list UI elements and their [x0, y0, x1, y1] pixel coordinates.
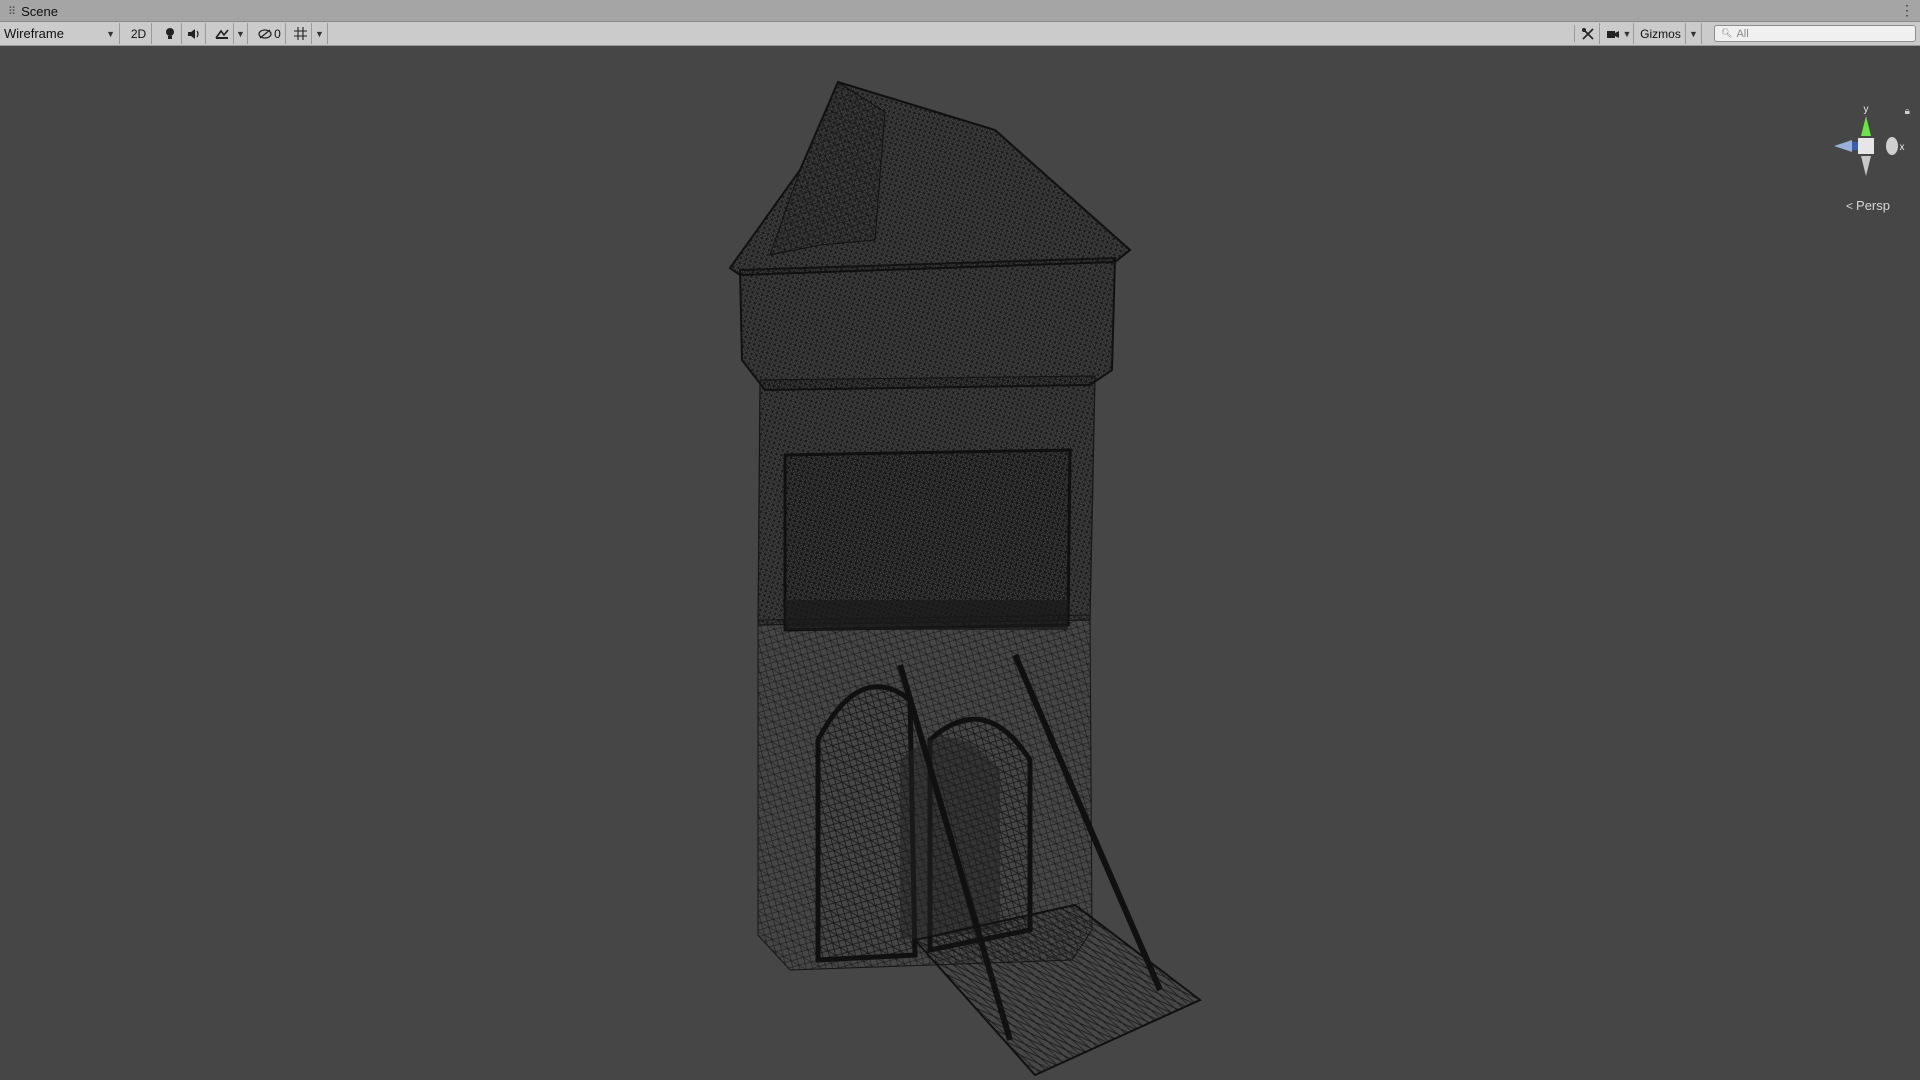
gizmo-blue-face — [1852, 142, 1858, 150]
tab-scene[interactable]: ⠿ Scene — [0, 0, 66, 22]
search-icon: 🔍︎ — [1721, 28, 1733, 38]
tools-button[interactable] — [1576, 23, 1600, 44]
x-axis-cone[interactable] — [1886, 137, 1898, 155]
perspective-icon: < — [1846, 198, 1854, 213]
tab-bar: ⠿ Scene ⋮ — [0, 0, 1920, 22]
tab-scene-label: Scene — [21, 3, 58, 19]
tools-icon — [1581, 27, 1594, 40]
neg-y-axis-cone[interactable] — [1861, 156, 1871, 176]
speaker-icon — [187, 28, 199, 39]
gizmos-label: Gizmos — [1640, 26, 1681, 41]
search-input[interactable]: 🔍︎ All — [1714, 25, 1916, 42]
scene-orientation-gizmo[interactable]: y x — [1826, 104, 1906, 194]
gizmos-dropdown[interactable]: ▼ — [1686, 23, 1702, 44]
axis-y-label: y — [1864, 104, 1869, 115]
axis-x-label: x — [1900, 142, 1905, 153]
chevron-down-icon: ▼ — [1689, 28, 1698, 39]
y-axis-cone[interactable] — [1861, 116, 1871, 136]
grid-toggle[interactable] — [290, 23, 312, 44]
scene-tab-icon: ⠿ — [8, 5, 16, 18]
effects-icon — [214, 29, 229, 39]
kebab-menu-icon[interactable]: ⋮ — [1900, 2, 1914, 18]
search-placeholder: All — [1736, 27, 1749, 40]
z-axis-cone[interactable] — [1834, 140, 1852, 152]
effects-dropdown[interactable]: ▼ — [234, 23, 248, 44]
effects-toggle[interactable] — [210, 23, 234, 44]
gizmos-button[interactable]: Gizmos — [1636, 23, 1686, 44]
lighting-toggle[interactable] — [158, 23, 182, 44]
lightbulb-icon — [165, 27, 174, 39]
camera-settings-button[interactable]: ▼ — [1604, 23, 1634, 44]
chevron-down-icon: ▼ — [236, 28, 245, 39]
scene-toolbar: Wireframe ▼ 2D ▼ 0 ▼ ▼ Gizmos ▼ — [0, 22, 1920, 46]
lock-icon[interactable]: 🔒︎ — [1905, 106, 1910, 117]
tower-overhang — [738, 256, 1117, 392]
chevron-down-icon: ▼ — [315, 28, 324, 39]
hidden-count: 0 — [274, 26, 281, 41]
draw-mode-value: Wireframe — [4, 26, 64, 41]
toolbar-divider — [1574, 25, 1575, 42]
grid-icon — [294, 27, 307, 40]
window-ledge — [785, 600, 1068, 630]
scene-viewport[interactable]: y x 🔒︎ < Persp — [0, 46, 1920, 1080]
toggle-2d-label: 2D — [130, 26, 147, 41]
tower-wireframe — [728, 80, 1202, 1077]
hidden-objects-toggle[interactable]: 0 — [254, 23, 286, 44]
eye-slash-icon — [258, 28, 272, 39]
camera-icon — [1606, 30, 1619, 38]
projection-toggle[interactable]: < Persp — [1846, 198, 1890, 213]
draw-mode-dropdown[interactable]: Wireframe ▼ — [0, 23, 120, 44]
chevron-down-icon: ▼ — [1622, 28, 1632, 39]
grid-dropdown[interactable]: ▼ — [312, 23, 328, 44]
chevron-down-icon: ▼ — [106, 28, 115, 39]
audio-toggle[interactable] — [182, 23, 206, 44]
drawbridge-deck — [913, 903, 1202, 1077]
gizmo-center-cube[interactable] — [1858, 138, 1874, 154]
projection-label: Persp — [1856, 198, 1890, 213]
toggle-2d-button[interactable]: 2D — [126, 23, 152, 44]
roof-front-face — [769, 81, 886, 256]
